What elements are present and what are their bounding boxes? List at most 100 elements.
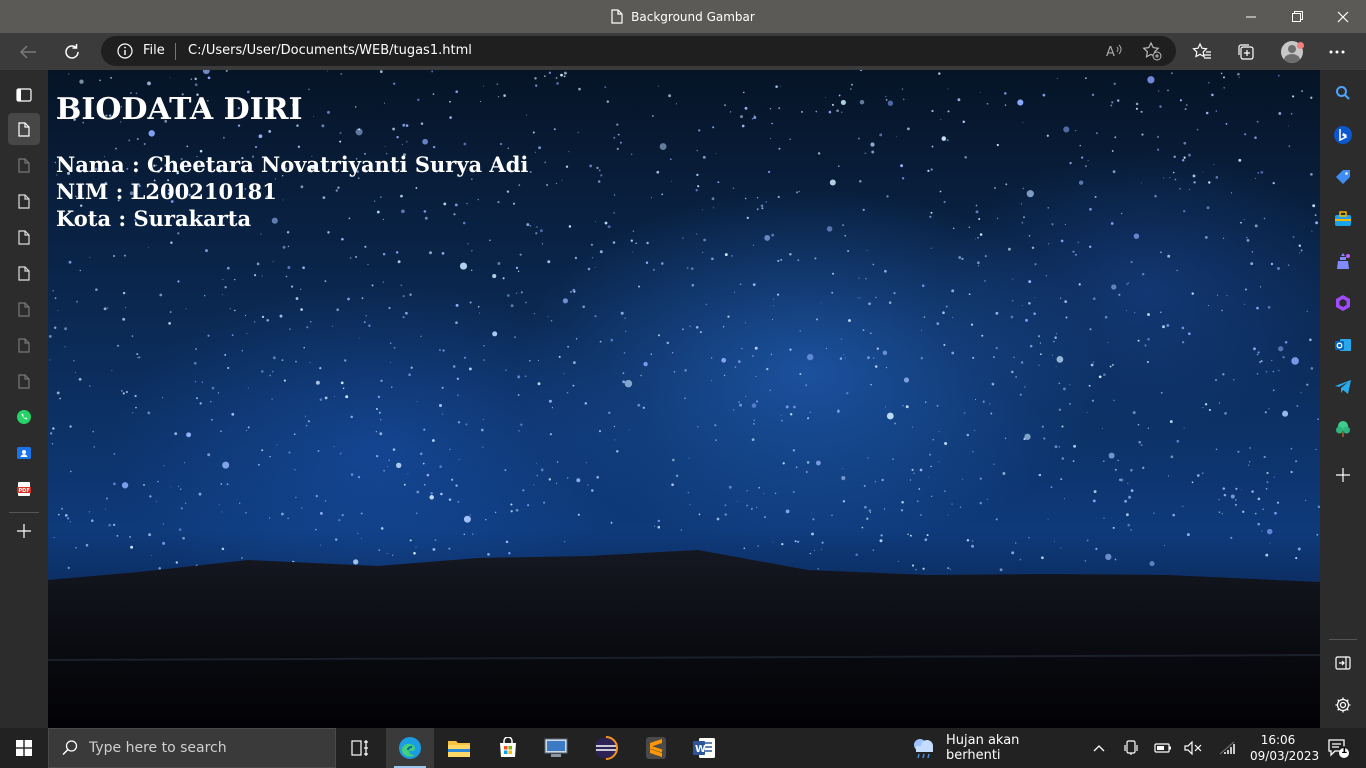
- volume-muted-icon: [1184, 741, 1202, 755]
- tab-item-whatsapp[interactable]: [8, 401, 40, 433]
- info-icon[interactable]: [117, 43, 133, 63]
- close-button[interactable]: [1320, 0, 1366, 33]
- sidebar-divider: [9, 512, 39, 513]
- back-button[interactable]: [12, 36, 44, 68]
- tab-active[interactable]: [8, 113, 40, 145]
- tray-wifi[interactable]: [1216, 728, 1238, 768]
- taskbar-search-box[interactable]: Type here to search: [48, 728, 336, 768]
- sidebar-add-button[interactable]: [1329, 461, 1357, 489]
- minimize-icon: [1246, 16, 1256, 17]
- refresh-icon: [65, 44, 79, 59]
- sidebar-bing-button[interactable]: [1329, 121, 1357, 149]
- chevron-up-icon: [1093, 745, 1105, 752]
- sidebar-games-button[interactable]: [1329, 247, 1357, 275]
- new-tab-button[interactable]: [8, 515, 40, 547]
- tab-item[interactable]: [8, 293, 40, 325]
- biodata-list: Nama : Cheetara Novatriyanti Surya Adi N…: [56, 151, 528, 232]
- restore-button[interactable]: [1274, 0, 1320, 33]
- address-separator: [175, 43, 176, 60]
- taskbar-app-store[interactable]: [484, 728, 532, 768]
- scheme-label[interactable]: File: [143, 43, 165, 58]
- taskbar-app-word[interactable]: W: [680, 728, 728, 768]
- restore-icon: [1291, 11, 1303, 22]
- start-button[interactable]: [0, 728, 48, 768]
- tray-network-adapter[interactable]: [1120, 728, 1142, 768]
- settings-icon: [1335, 697, 1351, 713]
- tab-item-contacts[interactable]: [8, 437, 40, 469]
- sidebar-tree-button[interactable]: [1329, 415, 1357, 443]
- page-icon: [611, 9, 623, 24]
- hide-sidebar-button[interactable]: [1329, 649, 1357, 677]
- clock-date: 09/03/2023: [1250, 749, 1320, 763]
- browser-toolbar: File C:/Users/User/Documents/WEB/tugas1.…: [0, 33, 1366, 70]
- window-title-text: Background Gambar: [631, 9, 755, 24]
- tray-battery[interactable]: [1152, 728, 1174, 768]
- taskbar-app-remote-desktop[interactable]: [532, 728, 580, 768]
- favorites-button[interactable]: [1186, 36, 1218, 68]
- sidebar-search-button[interactable]: [1329, 79, 1357, 107]
- outlook-icon: [1335, 339, 1351, 351]
- address-bar[interactable]: File C:/Users/User/Documents/WEB/tugas1.…: [101, 36, 1176, 66]
- minimize-button[interactable]: [1228, 0, 1274, 33]
- taskbar-app-sublime-text[interactable]: [632, 728, 680, 768]
- profile-button[interactable]: [1276, 36, 1308, 68]
- notification-center-button[interactable]: 1: [1318, 728, 1358, 768]
- search-placeholder: Type here to search: [89, 740, 227, 756]
- tab-actions-button[interactable]: [8, 79, 40, 111]
- word-icon: W: [693, 738, 715, 758]
- tab-item[interactable]: [8, 329, 40, 361]
- collections-button[interactable]: [1230, 36, 1262, 68]
- tab-item[interactable]: [8, 365, 40, 397]
- tab-item[interactable]: [8, 185, 40, 217]
- page-icon: [18, 265, 30, 281]
- svg-text:W: W: [695, 744, 706, 755]
- page-heading: BIODATA DIRI: [56, 92, 303, 127]
- task-view-icon: [351, 740, 368, 756]
- close-icon: [1337, 11, 1349, 22]
- page-icon: [18, 337, 30, 353]
- sidebar-tools-button[interactable]: [1329, 205, 1357, 233]
- tree-icon: [1336, 421, 1350, 437]
- task-view-button[interactable]: [338, 728, 382, 768]
- taskbar-clock[interactable]: 16:06 09/03/2023: [1250, 728, 1320, 768]
- tab-item[interactable]: [8, 257, 40, 289]
- taskbar-app-file-explorer[interactable]: [436, 728, 482, 768]
- weather-widget[interactable]: Hujan akan berhenti: [910, 728, 1078, 768]
- show-hidden-icons-button[interactable]: [1088, 728, 1110, 768]
- tab-item-pdf[interactable]: PDF: [8, 473, 40, 505]
- plus-icon: [17, 524, 31, 538]
- page-icon: [18, 157, 30, 173]
- sidebar-outlook-button[interactable]: [1329, 331, 1357, 359]
- taskbar-app-eclipse[interactable]: [582, 728, 630, 768]
- settings-more-button[interactable]: [1321, 36, 1353, 68]
- url-text[interactable]: C:/Users/User/Documents/WEB/tugas1.html: [188, 43, 472, 58]
- taskbar-app-edge[interactable]: [386, 728, 434, 768]
- sidebar-shopping-button[interactable]: [1329, 163, 1357, 191]
- sidebar-telegram-button[interactable]: [1329, 373, 1357, 401]
- telegram-icon: [1335, 380, 1351, 394]
- page-icon: [18, 229, 30, 245]
- add-favorite-icon[interactable]: [1141, 40, 1163, 62]
- weather-text: Hujan akan berhenti: [945, 733, 1020, 763]
- page-icon: [18, 193, 30, 209]
- profile-notification-dot: [1297, 42, 1304, 49]
- search-icon: [1336, 86, 1350, 100]
- windows-logo-icon: [16, 740, 32, 756]
- sidebar-office-button[interactable]: [1329, 289, 1357, 317]
- tab-item[interactable]: [8, 221, 40, 253]
- store-icon: [500, 737, 516, 757]
- plus-icon: [1336, 468, 1350, 482]
- rain-cloud-icon: [913, 739, 933, 759]
- svg-text:A: A: [1106, 45, 1115, 59]
- sidebar-settings-button[interactable]: [1329, 691, 1357, 719]
- wifi-icon: [1219, 741, 1235, 755]
- back-arrow-icon: [19, 45, 36, 59]
- window-title: Background Gambar: [0, 0, 1366, 33]
- pdf-icon: PDF: [17, 482, 31, 496]
- read-aloud-icon[interactable]: A: [1104, 40, 1126, 62]
- refresh-button[interactable]: [56, 36, 88, 68]
- tab-item[interactable]: [8, 149, 40, 181]
- tray-volume[interactable]: [1182, 728, 1204, 768]
- collections-icon: [1238, 44, 1254, 60]
- page-icon: [18, 121, 30, 137]
